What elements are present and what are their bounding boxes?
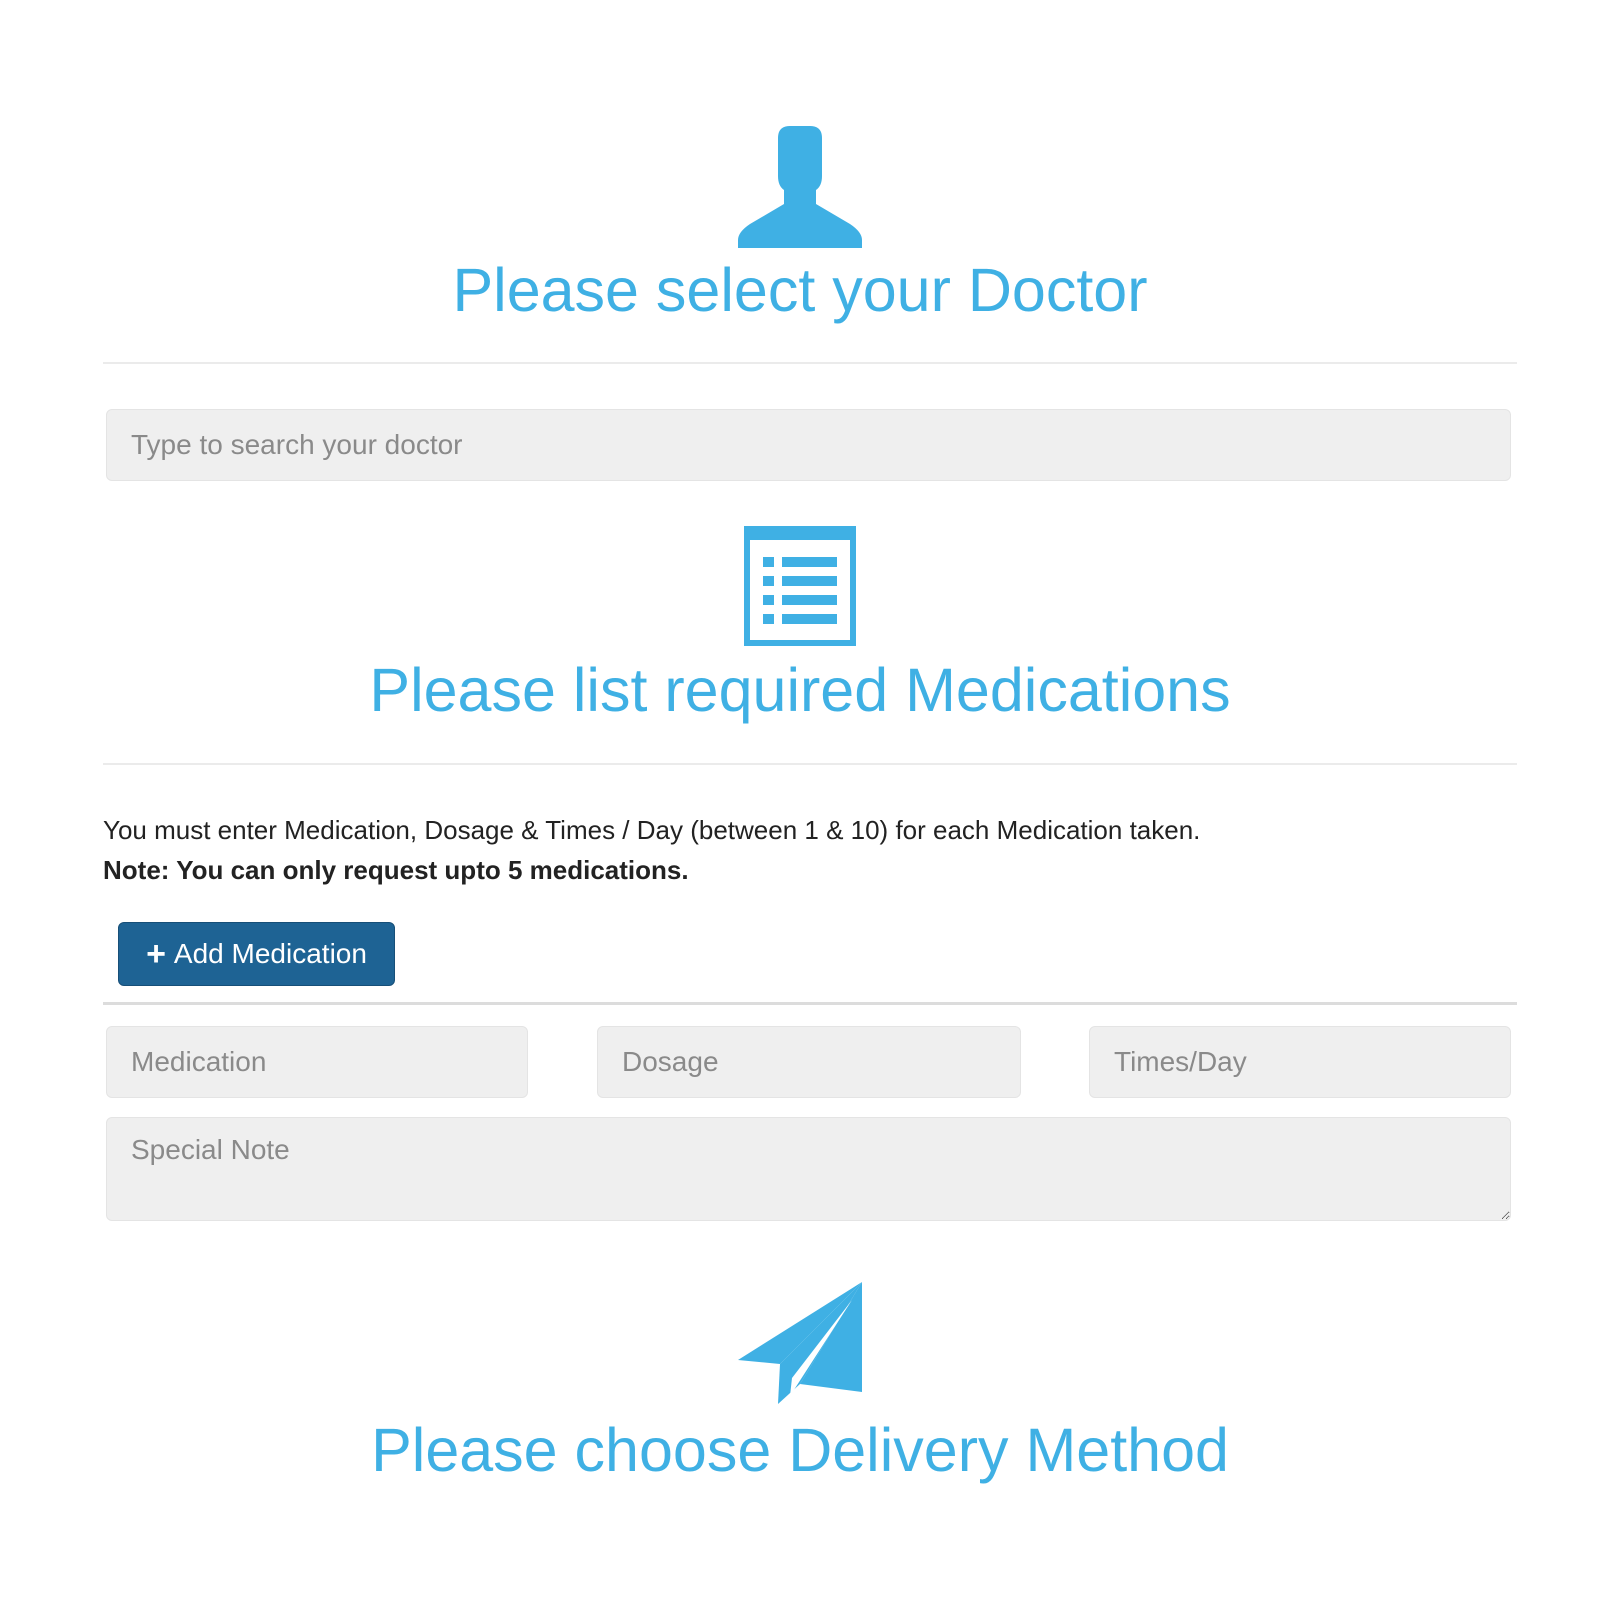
plus-icon: +: [146, 935, 166, 973]
medication-instructions: You must enter Medication, Dosage & Time…: [103, 810, 1523, 890]
medication-limit-note: Note: You can only request upto 5 medica…: [103, 855, 689, 885]
medications-section-title: Please list required Medications: [369, 656, 1231, 724]
prescription-request-form: Please select your Doctor Please list re…: [0, 0, 1600, 1600]
doctor-section-divider: [103, 362, 1517, 364]
medication-entry-divider: [103, 1002, 1517, 1005]
doctor-search-input[interactable]: [106, 409, 1511, 481]
paper-plane-icon: [738, 1282, 862, 1404]
special-note-textarea[interactable]: [106, 1117, 1511, 1221]
medication-input[interactable]: [106, 1026, 528, 1098]
add-medication-label: Add Medication: [173, 938, 367, 969]
delivery-section-title: Please choose Delivery Method: [371, 1416, 1229, 1484]
dosage-input[interactable]: [597, 1026, 1021, 1098]
user-icon: [738, 126, 862, 248]
list-icon: [744, 526, 856, 646]
doctor-section-title: Please select your Doctor: [452, 256, 1148, 324]
medications-section-divider: [103, 763, 1517, 765]
instruction-text: You must enter Medication, Dosage & Time…: [103, 815, 1201, 845]
add-medication-button[interactable]: + Add Medication: [118, 922, 395, 986]
times-per-day-input[interactable]: [1089, 1026, 1511, 1098]
